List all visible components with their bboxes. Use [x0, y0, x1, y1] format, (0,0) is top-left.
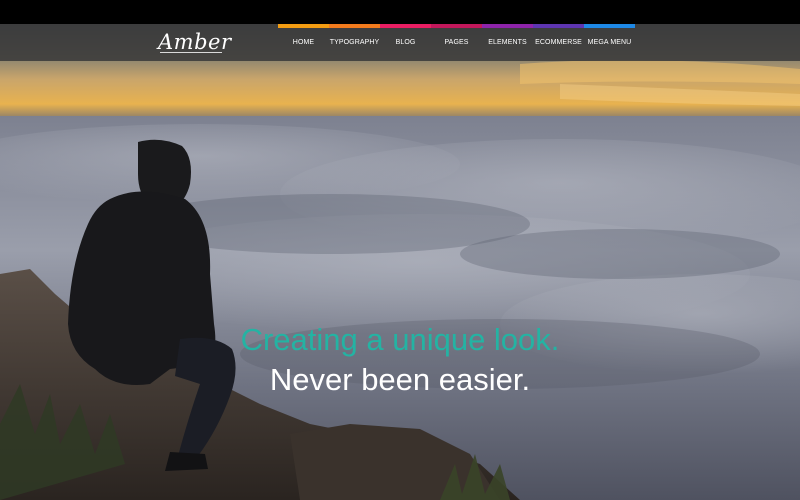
menu-item-label: HOME [292, 39, 315, 46]
menu-item-pages[interactable]: PAGES [431, 24, 482, 61]
menu-item-blog[interactable]: BLOG [380, 24, 431, 61]
menu-color-bar [278, 24, 329, 28]
menu-item-label: ELEMENTS [488, 39, 527, 46]
menu-item-label: TYPOGRAPHY [329, 39, 380, 46]
menu-item-label: ECOMMERSE [535, 39, 582, 46]
main-menu: HOME TYPOGRAPHY BLOG PAGES ELEMENTS ECOM… [278, 24, 635, 61]
menu-color-bar [533, 24, 584, 28]
menu-item-label: BLOG [395, 39, 416, 46]
menu-color-bar [584, 24, 635, 28]
menu-item-home[interactable]: HOME [278, 24, 329, 61]
hero-headline: Never been easier. [269, 362, 531, 397]
hero-background-image [0, 24, 800, 500]
menu-item-typography[interactable]: TYPOGRAPHY [329, 24, 380, 61]
hero-section [0, 24, 800, 500]
menu-item-label: MEGA MENU [587, 39, 632, 46]
site-logo[interactable]: Amber [158, 30, 232, 54]
logo-underline [160, 52, 222, 53]
menu-color-bar [380, 24, 431, 28]
menu-color-bar [329, 24, 380, 28]
top-black-bar [0, 0, 800, 24]
menu-color-bar [431, 24, 482, 28]
menu-item-ecommerse[interactable]: ECOMMERSE [533, 24, 584, 61]
menu-item-mega-menu[interactable]: MEGA MENU [584, 24, 635, 61]
menu-color-bar [482, 24, 533, 28]
menu-item-elements[interactable]: ELEMENTS [482, 24, 533, 61]
menu-item-label: PAGES [444, 39, 469, 46]
hero-headline-accent: Creating a unique look. [240, 322, 560, 357]
